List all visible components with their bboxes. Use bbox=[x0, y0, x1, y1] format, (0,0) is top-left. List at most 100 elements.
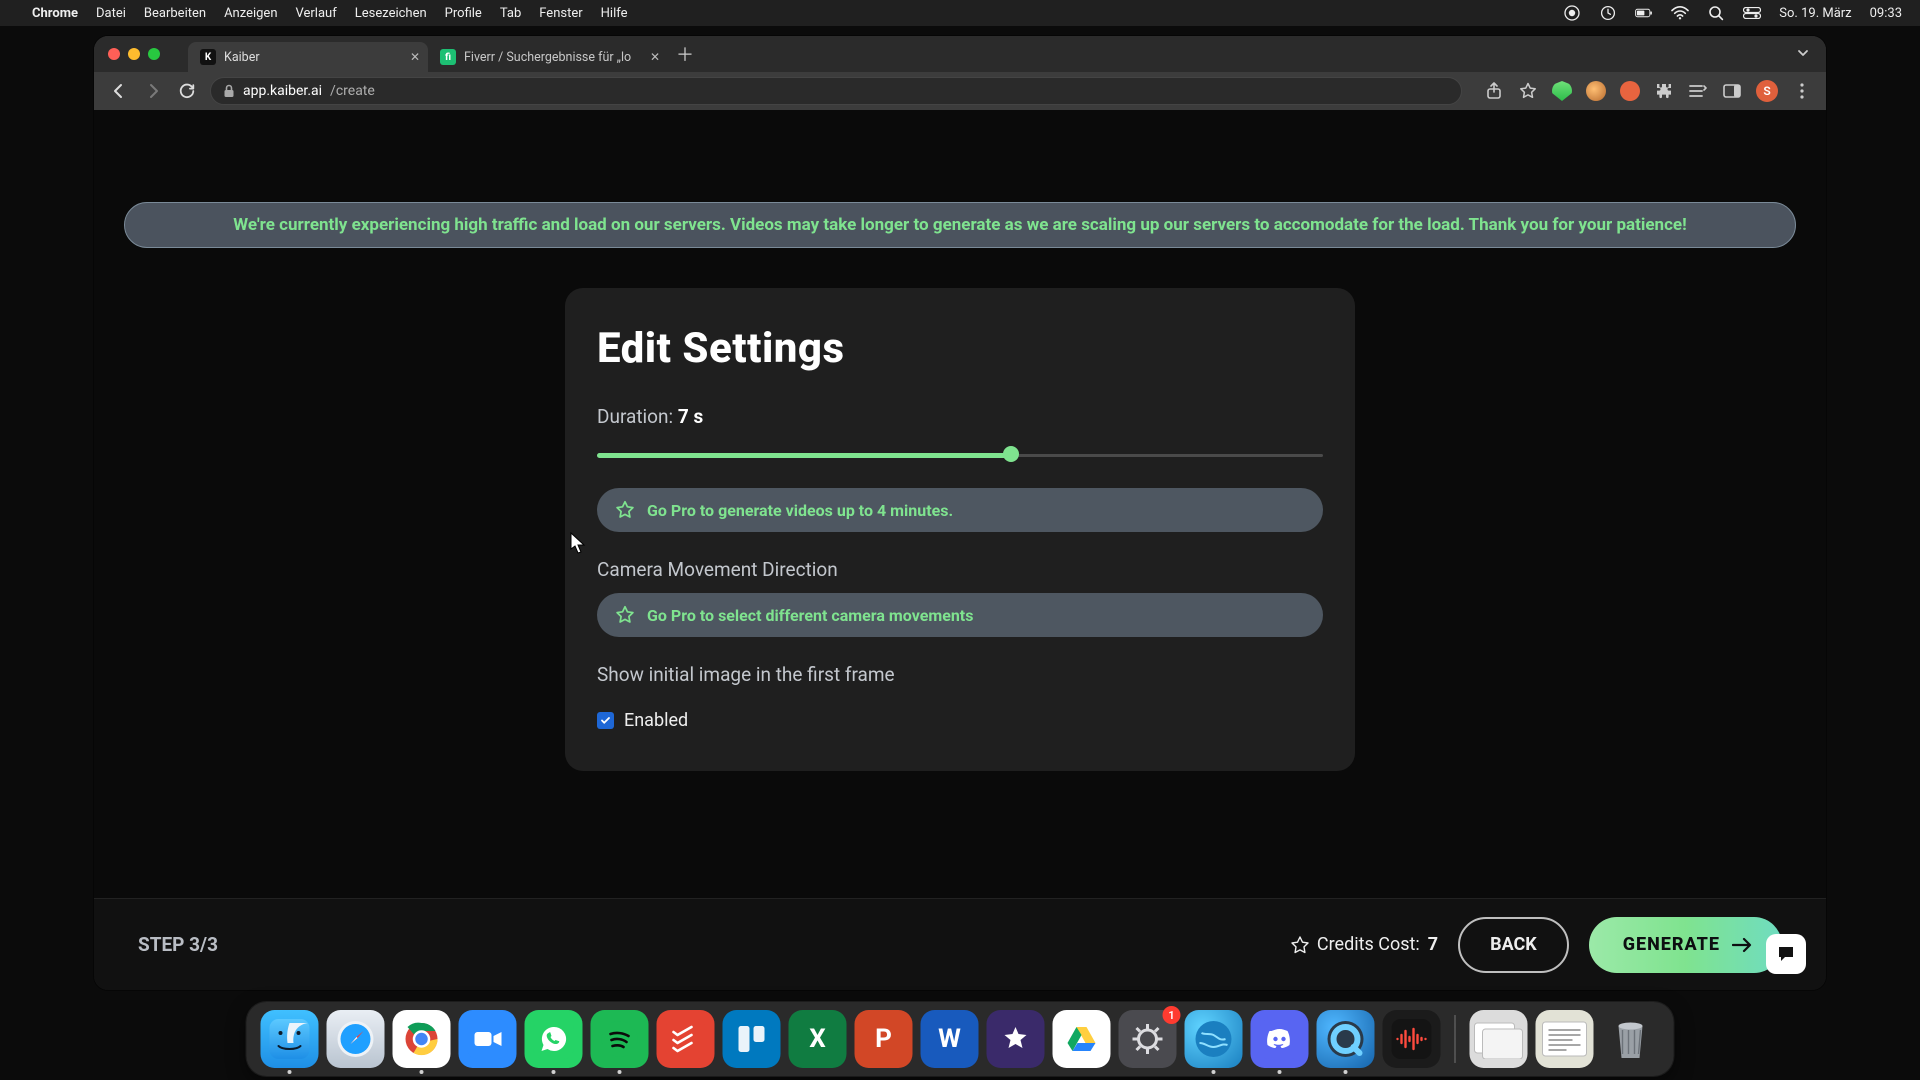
toolbar-right: S bbox=[1484, 80, 1812, 102]
tabs-overflow-icon[interactable] bbox=[1796, 46, 1810, 60]
menubar-date[interactable]: So. 19. März bbox=[1779, 6, 1851, 21]
mac-menu-item[interactable]: Tab bbox=[500, 6, 521, 21]
dock-app-quicktime[interactable] bbox=[1317, 1010, 1375, 1068]
dock-app-excel[interactable]: X bbox=[789, 1010, 847, 1068]
profile-avatar[interactable]: S bbox=[1756, 80, 1778, 102]
dock-app-powerpoint[interactable]: P bbox=[855, 1010, 913, 1068]
side-panel-icon[interactable] bbox=[1722, 81, 1742, 101]
mac-menu-item[interactable]: Profile bbox=[445, 6, 482, 21]
dock-app-word[interactable]: W bbox=[921, 1010, 979, 1068]
dock-app-imovie[interactable] bbox=[987, 1010, 1045, 1068]
mac-menu-item[interactable]: Datei bbox=[96, 6, 126, 21]
search-icon[interactable] bbox=[1707, 4, 1725, 22]
enabled-checkbox-row[interactable]: Enabled bbox=[597, 710, 1323, 731]
chrome-window: K Kaiber ✕ fi Fiverr / Suchergebnisse fü… bbox=[94, 36, 1826, 990]
dock-app-discord[interactable] bbox=[1251, 1010, 1309, 1068]
duration-slider[interactable] bbox=[597, 450, 1323, 460]
reading-list-icon[interactable] bbox=[1688, 81, 1708, 101]
url-path: /create bbox=[330, 83, 375, 99]
footer-bar: STEP 3/3 Credits Cost: 7 BACK GENERATE bbox=[94, 898, 1826, 990]
extension-shield-icon[interactable] bbox=[1552, 81, 1572, 101]
chat-widget-button[interactable] bbox=[1766, 934, 1806, 974]
enabled-checkbox[interactable] bbox=[597, 712, 614, 729]
duration-label-text: Duration: bbox=[597, 405, 678, 428]
dock-app-trello[interactable] bbox=[723, 1010, 781, 1068]
mac-menu-item[interactable]: Verlauf bbox=[296, 6, 337, 21]
credits-label: Credits Cost: bbox=[1317, 934, 1420, 955]
share-icon[interactable] bbox=[1484, 81, 1504, 101]
lock-icon bbox=[223, 84, 235, 98]
close-window-button[interactable] bbox=[108, 48, 120, 60]
dock-app-trash[interactable] bbox=[1602, 1010, 1660, 1068]
credits-cost: Credits Cost: 7 bbox=[1291, 934, 1438, 955]
enabled-label: Enabled bbox=[624, 710, 688, 731]
close-tab-icon[interactable]: ✕ bbox=[650, 50, 660, 64]
new-tab-button[interactable]: ＋ bbox=[676, 41, 694, 67]
url-input[interactable]: app.kaiber.ai/create bbox=[210, 77, 1462, 105]
extensions-puzzle-icon[interactable] bbox=[1654, 81, 1674, 101]
extension-orange-icon[interactable] bbox=[1586, 81, 1606, 101]
dock-app-finder[interactable] bbox=[261, 1010, 319, 1068]
nav-back-button[interactable] bbox=[108, 80, 130, 102]
browser-tab-kaiber[interactable]: K Kaiber ✕ bbox=[188, 42, 428, 72]
address-bar: app.kaiber.ai/create S bbox=[94, 72, 1826, 110]
slider-fill bbox=[597, 453, 1011, 458]
mac-menu-item[interactable]: Hilfe bbox=[601, 6, 628, 21]
slider-thumb[interactable] bbox=[1003, 446, 1019, 462]
tab-title: Kaiber bbox=[224, 50, 260, 65]
step-indicator: STEP 3/3 bbox=[138, 933, 218, 956]
go-pro-duration-banner[interactable]: Go Pro to generate videos up to 4 minute… bbox=[597, 488, 1323, 532]
go-pro-camera-banner[interactable]: Go Pro to select different camera moveme… bbox=[597, 593, 1323, 637]
go-pro-camera-text: Go Pro to select different camera moveme… bbox=[647, 606, 973, 625]
arrow-right-icon bbox=[1732, 937, 1752, 953]
dock-app-preview-doc[interactable] bbox=[1470, 1010, 1528, 1068]
dock-separator bbox=[1455, 1015, 1456, 1063]
dock-app-whatsapp[interactable] bbox=[525, 1010, 583, 1068]
generate-button[interactable]: GENERATE bbox=[1589, 917, 1782, 973]
bookmark-star-icon[interactable] bbox=[1518, 81, 1538, 101]
tab-strip: K Kaiber ✕ fi Fiverr / Suchergebnisse fü… bbox=[94, 36, 1826, 72]
credits-value: 7 bbox=[1428, 934, 1438, 955]
control-center-icon[interactable] bbox=[1743, 4, 1761, 22]
wifi-icon[interactable] bbox=[1671, 4, 1689, 22]
back-button[interactable]: BACK bbox=[1458, 917, 1569, 973]
tab-title: Fiverr / Suchergebnisse für „lo bbox=[464, 50, 631, 65]
extension-red-icon[interactable] bbox=[1620, 81, 1640, 101]
mac-menu-item[interactable]: Fenster bbox=[539, 6, 582, 21]
dock-app-text-doc[interactable] bbox=[1536, 1010, 1594, 1068]
dock-app-safari[interactable] bbox=[327, 1010, 385, 1068]
traffic-notice-banner: We're currently experiencing high traffi… bbox=[124, 202, 1796, 248]
dock-app-zoom[interactable] bbox=[459, 1010, 517, 1068]
mac-menu-item[interactable]: Lesezeichen bbox=[355, 6, 427, 21]
credits-icon bbox=[1291, 936, 1309, 954]
battery-icon[interactable] bbox=[1635, 4, 1653, 22]
menubar-time[interactable]: 09:33 bbox=[1870, 6, 1902, 21]
tab-favicon-icon: fi bbox=[440, 49, 456, 65]
camera-movement-label: Camera Movement Direction bbox=[597, 558, 1323, 581]
dock-app-spotify[interactable] bbox=[591, 1010, 649, 1068]
tab-favicon-icon: K bbox=[200, 49, 216, 65]
minimize-window-button[interactable] bbox=[128, 48, 140, 60]
duration-value: 7 s bbox=[678, 405, 703, 428]
go-pro-duration-text: Go Pro to generate videos up to 4 minute… bbox=[647, 501, 953, 520]
dock-app-google-drive[interactable] bbox=[1053, 1010, 1111, 1068]
dock-app-earth[interactable] bbox=[1185, 1010, 1243, 1068]
dock-app-todoist[interactable] bbox=[657, 1010, 715, 1068]
close-tab-icon[interactable]: ✕ bbox=[410, 50, 420, 64]
chrome-menu-icon[interactable] bbox=[1792, 81, 1812, 101]
reload-button[interactable] bbox=[176, 80, 198, 102]
nav-forward-button[interactable] bbox=[142, 80, 164, 102]
dock-app-audio-app[interactable] bbox=[1383, 1010, 1441, 1068]
clock-icon[interactable] bbox=[1599, 4, 1617, 22]
mac-active-app[interactable]: Chrome bbox=[32, 6, 78, 21]
dock-app-system-settings[interactable]: 1 bbox=[1119, 1010, 1177, 1068]
browser-tab-fiverr[interactable]: fi Fiverr / Suchergebnisse für „lo ✕ bbox=[428, 42, 668, 72]
screen-record-icon[interactable] bbox=[1563, 4, 1581, 22]
fullscreen-window-button[interactable] bbox=[148, 48, 160, 60]
duration-label: Duration: 7 s bbox=[597, 405, 1323, 428]
mac-menu-item[interactable]: Bearbeiten bbox=[144, 6, 206, 21]
mac-menu-item[interactable]: Anzeigen bbox=[224, 6, 277, 21]
dock-app-chrome[interactable] bbox=[393, 1010, 451, 1068]
app-viewport: We're currently experiencing high traffi… bbox=[94, 110, 1826, 990]
chat-bubble-icon bbox=[1776, 944, 1796, 964]
